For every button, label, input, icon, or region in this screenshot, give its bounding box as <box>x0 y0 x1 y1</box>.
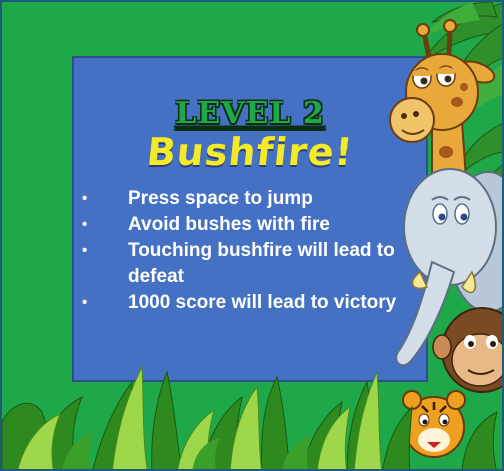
bullet-icon: • <box>82 190 88 207</box>
list-item: • Press space to jump <box>76 186 426 212</box>
game-screen: LEVEL 2 Bushfire! • Press space to jump •… <box>0 0 504 471</box>
rule-text: Avoid bushes with fire <box>128 214 330 235</box>
rule-text: Touching bushfire will lead to defeat <box>128 240 395 287</box>
bullet-icon: • <box>82 216 88 233</box>
level-title: LEVEL 2 <box>175 96 325 131</box>
rule-text: Press space to jump <box>128 188 313 209</box>
rule-text: 1000 score will lead to victory <box>128 292 397 313</box>
list-item: • Avoid bushes with fire <box>76 212 426 238</box>
bullet-icon: • <box>82 242 88 259</box>
rules-list: • Press space to jump • Avoid bushes with … <box>76 186 426 316</box>
bullet-icon: • <box>82 294 88 311</box>
list-item: • Touching bushfire will lead to defeat <box>76 238 426 290</box>
level-name: Bushfire! <box>144 130 356 174</box>
list-item: • 1000 score will lead to victory <box>76 290 426 316</box>
